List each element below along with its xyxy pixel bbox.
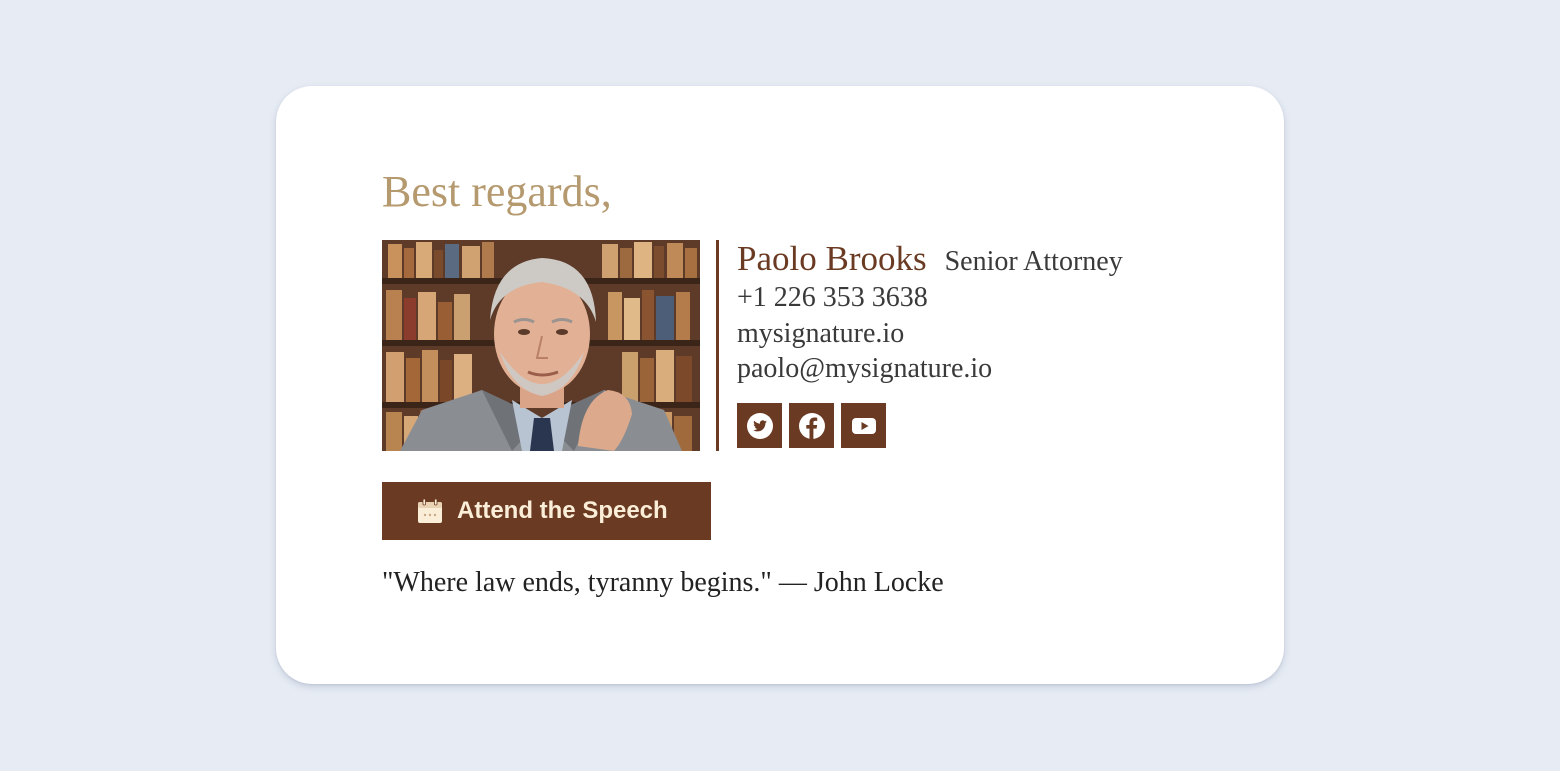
social-links: [737, 403, 886, 448]
vertical-divider: [716, 240, 719, 451]
email-link[interactable]: paolo@mysignature.io: [737, 351, 1123, 387]
youtube-icon: [851, 417, 876, 434]
youtube-link[interactable]: [841, 403, 886, 448]
phone-number[interactable]: +1 226 353 3638: [737, 280, 1123, 316]
twitter-link[interactable]: [737, 403, 782, 448]
signature-quote: "Where law ends, tyranny begins." — John…: [382, 567, 944, 598]
greeting-text: Best regards,: [382, 167, 612, 216]
attend-speech-button[interactable]: Attend the Speech: [382, 482, 711, 540]
job-title: Senior Attorney: [944, 246, 1123, 277]
twitter-icon: [746, 412, 773, 439]
profile-photo: [382, 240, 700, 451]
facebook-link[interactable]: [789, 403, 834, 448]
attend-speech-label: Attend the Speech: [457, 497, 668, 524]
website-link[interactable]: mysignature.io: [737, 316, 1123, 352]
name-line: Paolo Brooks Senior Attorney: [737, 238, 1123, 280]
person-name: Paolo Brooks: [737, 239, 927, 278]
calendar-icon: [416, 497, 444, 525]
facebook-icon: [798, 412, 825, 439]
contact-info: Paolo Brooks Senior Attorney +1 226 353 …: [737, 238, 1123, 387]
